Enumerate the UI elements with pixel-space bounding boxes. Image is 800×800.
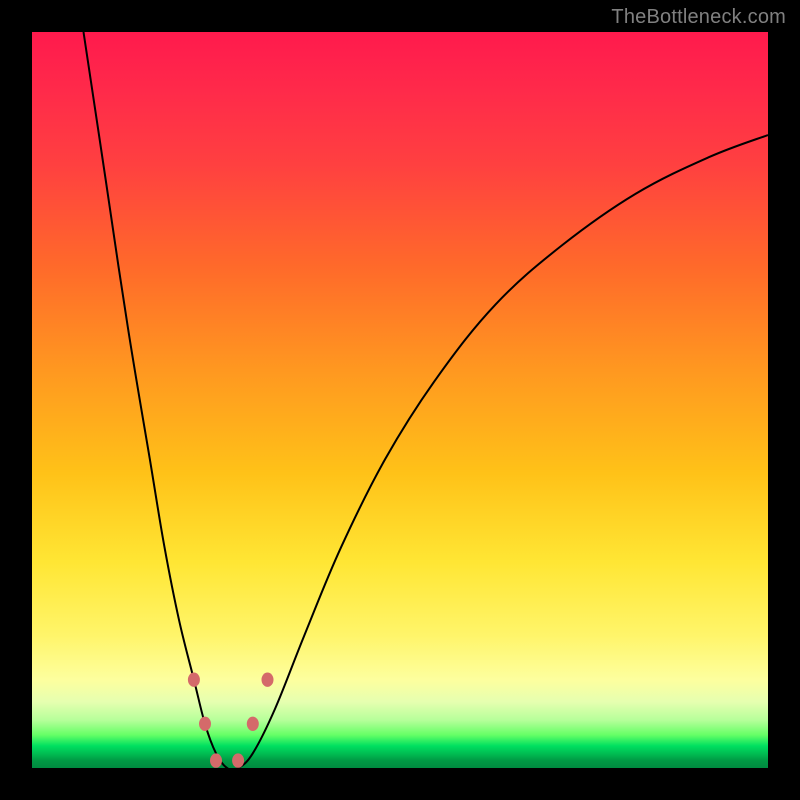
marker-trough-left	[210, 753, 222, 767]
marker-knee-right-upper	[262, 673, 274, 687]
marker-knee-left-upper	[188, 673, 200, 687]
curve-layer	[32, 32, 768, 768]
bottleneck-curve	[84, 32, 769, 768]
watermark-text: TheBottleneck.com	[611, 6, 786, 29]
chart-frame: TheBottleneck.com	[0, 0, 800, 800]
marker-group	[188, 673, 274, 768]
marker-knee-right-lower	[247, 717, 259, 731]
marker-trough-right	[232, 753, 244, 767]
plot-area	[32, 32, 768, 768]
marker-knee-left-lower	[199, 717, 211, 731]
